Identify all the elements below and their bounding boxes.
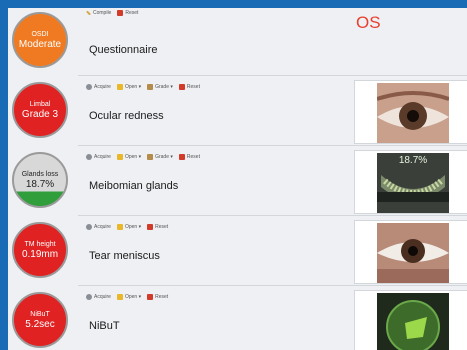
row-tear-meniscus: TM height 0.19mm Acquire Open ▾ Reset Te… (8, 218, 467, 286)
open-icon (116, 154, 123, 160)
gauge-caption: NiBuT (30, 310, 50, 318)
compile-icon (86, 10, 91, 16)
compile-label: Compile (93, 10, 112, 16)
reset-icon (178, 154, 185, 160)
reset-button[interactable]: Reset (147, 224, 168, 230)
image-panel: 18.7% (354, 150, 467, 214)
reset-label: Reset (155, 224, 169, 230)
reset-button[interactable]: Reset (117, 10, 138, 16)
acquire-button[interactable]: Acquire (86, 154, 111, 160)
gauge-caption: Limbal (29, 100, 51, 108)
row-nibut: NiBuT 5.2sec Acquire Open ▾ Reset NiBuT (8, 288, 467, 350)
acquire-label: Acquire (94, 224, 111, 230)
reset-icon (178, 84, 185, 90)
acquire-icon (86, 294, 92, 300)
gauge-value: Moderate (18, 38, 62, 50)
gauge-value: 0.19mm (21, 248, 59, 260)
acquire-icon (86, 84, 92, 90)
reset-icon (147, 224, 154, 230)
open-label: Open ▾ (124, 84, 142, 90)
acquire-button[interactable]: Acquire (86, 84, 111, 90)
grade-label: Grade ▾ (155, 84, 173, 90)
open-label: Open ▾ (124, 154, 142, 160)
gauge-caption: Glands loss (21, 170, 59, 178)
glands-loss-overlay: 18.7% (398, 155, 428, 166)
reset-button[interactable]: Reset (178, 154, 200, 160)
gauge-caption: TM height (24, 240, 56, 248)
reset-label: Reset (186, 84, 200, 90)
tear-meniscus-image[interactable] (377, 223, 449, 283)
glands-loss-gauge: Glands loss 18.7% (12, 152, 68, 208)
gauge-value: 18.7% (25, 178, 55, 190)
open-button[interactable]: Open ▾ (116, 84, 142, 90)
section-label: Ocular redness (89, 110, 164, 122)
row-questionnaire: OSDI Moderate Compile Reset Questionnair… (8, 8, 467, 76)
limbal-gauge: Limbal Grade 3 (12, 82, 68, 138)
app-frame: OS OSDI Moderate Compile Reset Questionn… (8, 8, 467, 350)
reset-label: Reset (186, 154, 200, 160)
open-icon (116, 84, 123, 90)
tm-height-gauge: TM height 0.19mm (12, 222, 68, 278)
osdi-gauge: OSDI Moderate (12, 12, 68, 68)
grade-icon (147, 84, 154, 90)
acquire-icon (86, 224, 92, 230)
nibut-gauge: NiBuT 5.2sec (12, 292, 68, 348)
gauge-value: Grade 3 (21, 108, 59, 120)
gauge-value: 5.2sec (25, 318, 55, 330)
reset-button[interactable]: Reset (178, 84, 200, 90)
row-meibomian-glands: Glands loss 18.7% Acquire Open ▾ Grade ▾… (8, 148, 467, 216)
grade-button[interactable]: Grade ▾ (147, 154, 173, 160)
section-label: Questionnaire (89, 44, 158, 56)
toolbar: Acquire Open ▾ Reset (86, 224, 168, 230)
grade-button[interactable]: Grade ▾ (147, 84, 173, 90)
reset-label: Reset (125, 10, 139, 16)
row-ocular-redness: Limbal Grade 3 Acquire Open ▾ Grade ▾ Re… (8, 78, 467, 146)
open-label: Open ▾ (124, 224, 142, 230)
reset-icon (147, 294, 154, 300)
acquire-label: Acquire (94, 294, 111, 300)
reset-button[interactable]: Reset (147, 294, 168, 300)
reset-label: Reset (155, 294, 169, 300)
acquire-icon (86, 154, 92, 160)
compile-button[interactable]: Compile (86, 10, 111, 16)
grade-icon (147, 154, 154, 160)
image-panel (354, 220, 467, 284)
row-divider (78, 215, 467, 216)
ocular-redness-image[interactable] (377, 83, 449, 143)
image-panel (354, 290, 467, 350)
gauge-caption: OSDI (31, 30, 49, 38)
image-panel (354, 80, 467, 144)
open-button[interactable]: Open ▾ (116, 224, 142, 230)
row-divider (78, 145, 467, 146)
toolbar: Acquire Open ▾ Grade ▾ Reset (86, 154, 200, 160)
reset-icon (117, 10, 124, 16)
row-divider (78, 75, 467, 76)
toolbar: Compile Reset (86, 10, 138, 16)
open-icon (116, 224, 123, 230)
section-label: Tear meniscus (89, 250, 160, 262)
open-button[interactable]: Open ▾ (116, 294, 142, 300)
open-button[interactable]: Open ▾ (116, 154, 142, 160)
acquire-button[interactable]: Acquire (86, 224, 111, 230)
grade-label: Grade ▾ (155, 154, 173, 160)
acquire-button[interactable]: Acquire (86, 294, 111, 300)
row-divider (78, 285, 467, 286)
toolbar: Acquire Open ▾ Reset (86, 294, 168, 300)
acquire-label: Acquire (94, 154, 111, 160)
acquire-label: Acquire (94, 84, 111, 90)
section-label: NiBuT (89, 320, 120, 332)
open-label: Open ▾ (124, 294, 142, 300)
meibomian-glands-image[interactable]: 18.7% (377, 153, 449, 213)
nibut-image[interactable] (377, 293, 449, 350)
section-label: Meibomian glands (89, 180, 179, 192)
toolbar: Acquire Open ▾ Grade ▾ Reset (86, 84, 200, 90)
open-icon (116, 294, 123, 300)
